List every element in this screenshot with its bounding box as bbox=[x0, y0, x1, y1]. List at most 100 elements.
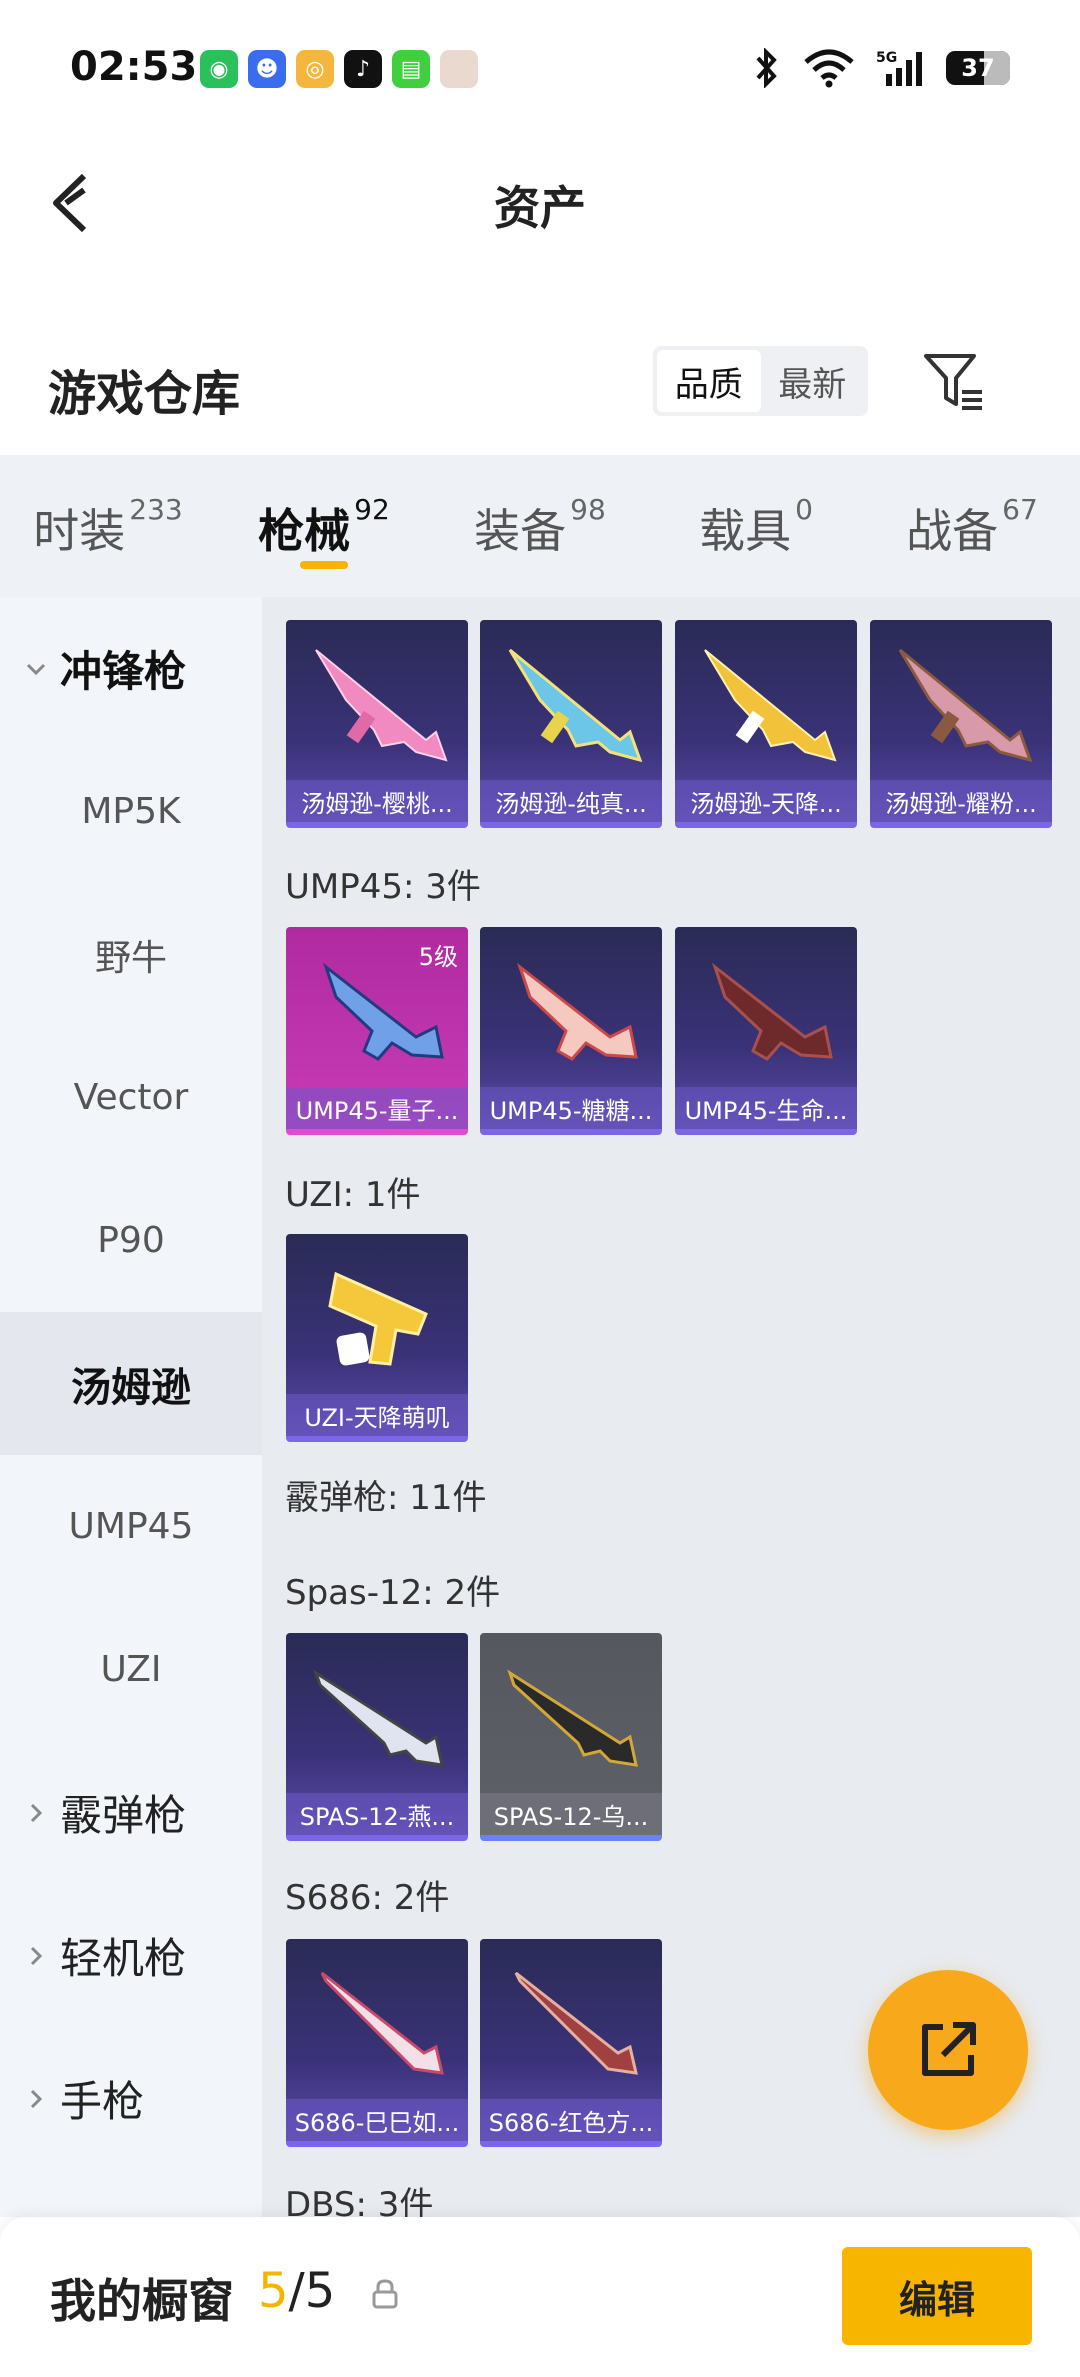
card-caption: 汤姆逊-纯真... bbox=[480, 780, 662, 822]
chevron-down-icon bbox=[26, 663, 46, 675]
weapon-card[interactable]: UZI-天降萌叽 bbox=[286, 1234, 468, 1442]
thompson-skin-image bbox=[315, 649, 448, 762]
tab-firearms[interactable]: 枪械 92 bbox=[216, 455, 432, 597]
weapon-card[interactable]: UMP45-生命... bbox=[675, 927, 857, 1135]
avatar-icon bbox=[440, 50, 478, 88]
tab-label: 载具 bbox=[699, 504, 792, 558]
weapon-card[interactable]: 汤姆逊-耀粉... bbox=[870, 620, 1052, 828]
tab-count: 233 bbox=[129, 493, 183, 526]
weapon-card[interactable]: S686-巳巳如... bbox=[286, 1939, 468, 2147]
card-caption: UMP45-糖糖... bbox=[480, 1087, 662, 1129]
sidebar-item-smg[interactable]: 冲锋枪 bbox=[0, 597, 262, 740]
weapon-card[interactable]: SPAS-12-燕... bbox=[286, 1633, 468, 1841]
card-caption: UMP45-生命... bbox=[675, 1087, 857, 1129]
sort-newest-button[interactable]: 最新 bbox=[761, 350, 865, 412]
sort-toggle: 品质 最新 bbox=[653, 346, 868, 416]
sidebar-item-shotgun[interactable]: 霰弹枪 bbox=[0, 1741, 262, 1884]
section-label-uzi: UZI: 1件 bbox=[285, 1175, 421, 1215]
external-link-icon bbox=[922, 2022, 976, 2076]
sidebar-item-mp5k[interactable]: MP5K bbox=[0, 740, 262, 883]
app-icon: ▤ bbox=[392, 50, 430, 88]
tab-label: 时装 bbox=[33, 504, 126, 558]
s686-skin-image bbox=[320, 1971, 444, 2075]
weapon-card[interactable]: 5级 UMP45-量子... bbox=[286, 927, 468, 1135]
thompson-skin-image bbox=[898, 648, 1033, 763]
card-caption: 汤姆逊-天降... bbox=[675, 780, 857, 822]
category-tabs: 时装 233 枪械 92 装备 98 载具 0 战备 67 bbox=[0, 455, 1080, 597]
sidebar-item-uzi[interactable]: UZI bbox=[0, 1598, 262, 1741]
tiktok-icon: ♪ bbox=[344, 50, 382, 88]
showcase-bar: 我的橱窗 5/5 编辑 bbox=[0, 2217, 1080, 2377]
section-label-dbs: DBS: 3件 bbox=[285, 2185, 434, 2217]
sidebar-item-ump45[interactable]: UMP45 bbox=[0, 1455, 262, 1598]
chevron-right-icon bbox=[30, 1946, 43, 1965]
weapon-card[interactable]: S686-红色方... bbox=[480, 1939, 662, 2147]
thompson-skin-image bbox=[704, 649, 837, 762]
ump45-skin-image bbox=[712, 962, 833, 1061]
sidebar-item-lmg[interactable]: 轻机枪 bbox=[0, 1884, 262, 2027]
sidebar-item-p90[interactable]: P90 bbox=[0, 1169, 262, 1312]
warehouse-title: 游戏仓库 bbox=[48, 366, 241, 422]
card-caption: SPAS-12-燕... bbox=[286, 1793, 468, 1835]
app-icon: ☻ bbox=[248, 50, 286, 88]
tab-outfit[interactable]: 时装 233 bbox=[0, 455, 216, 597]
weapon-card[interactable]: SPAS-12-乌... bbox=[480, 1633, 662, 1841]
status-bar: 02:53 ◉ ☻ ◎ ♪ ▤ 5G 37 bbox=[0, 0, 1080, 110]
card-caption: S686-巳巳如... bbox=[286, 2099, 468, 2141]
tab-count: 0 bbox=[795, 493, 813, 526]
thompson-skin-image bbox=[508, 648, 643, 763]
tab-label: 装备 bbox=[474, 504, 567, 558]
sidebar-item-thompson[interactable]: 汤姆逊 bbox=[0, 1312, 262, 1455]
showcase-count: 5/5 bbox=[258, 2263, 336, 2319]
tab-label: 战备 bbox=[906, 504, 999, 558]
sidebar-item-vector[interactable]: Vector bbox=[0, 1026, 262, 1169]
section-label-ump45: UMP45: 3件 bbox=[285, 867, 481, 907]
system-icons: 5G 37 bbox=[752, 48, 1010, 88]
signal-icon: 5G bbox=[876, 50, 922, 86]
tab-count: 92 bbox=[354, 493, 390, 526]
s686-skin-image bbox=[514, 1971, 638, 2075]
card-caption: S686-红色方... bbox=[480, 2099, 662, 2141]
status-time: 02:53 bbox=[70, 44, 198, 90]
section-label-spas12: Spas-12: 2件 bbox=[285, 1573, 501, 1613]
tab-vehicles[interactable]: 载具 0 bbox=[648, 455, 864, 597]
card-caption: 汤姆逊-耀粉... bbox=[870, 780, 1052, 822]
battery-icon: 37 bbox=[946, 51, 1010, 85]
sidebar-item-label: 冲锋枪 bbox=[60, 647, 187, 696]
sidebar-item-label: 霰弹枪 bbox=[60, 1791, 187, 1840]
sidebar-item-bizon[interactable]: 野牛 bbox=[0, 883, 262, 1026]
card-caption: UZI-天降萌叽 bbox=[286, 1394, 468, 1436]
tab-count: 98 bbox=[570, 493, 606, 526]
tab-equipment[interactable]: 装备 98 bbox=[432, 455, 648, 597]
tab-supplies[interactable]: 战备 67 bbox=[864, 455, 1080, 597]
wechat-icon: ◉ bbox=[200, 50, 238, 88]
filter-icon[interactable] bbox=[920, 348, 986, 414]
showcase-label: 我的橱窗 bbox=[50, 2274, 234, 2328]
tab-label: 枪械 bbox=[258, 504, 351, 558]
app-icon: ◎ bbox=[296, 50, 334, 88]
weapon-category-sidebar: 冲锋枪 MP5K 野牛 Vector P90 汤姆逊 UMP45 UZI 霰弹枪… bbox=[0, 597, 262, 2217]
card-caption: 汤姆逊-樱桃... bbox=[286, 780, 468, 822]
lock-icon bbox=[372, 2279, 398, 2309]
bluetooth-icon bbox=[756, 48, 777, 88]
share-button[interactable] bbox=[868, 1970, 1028, 2130]
level-badge: 5级 bbox=[418, 943, 458, 971]
weapon-card[interactable]: UMP45-糖糖... bbox=[480, 927, 662, 1135]
chevron-right-icon bbox=[30, 1803, 43, 1822]
section-label-shotgun: 霰弹枪: 11件 bbox=[285, 1478, 487, 1518]
sidebar-item-label: 手枪 bbox=[60, 2077, 145, 2126]
edit-button[interactable]: 编辑 bbox=[842, 2247, 1032, 2345]
sort-quality-button[interactable]: 品质 bbox=[657, 350, 761, 412]
weapon-card[interactable]: 汤姆逊-天降... bbox=[675, 620, 857, 828]
ump45-skin-image bbox=[517, 962, 638, 1061]
chevron-right-icon bbox=[30, 2089, 43, 2108]
svg-text:5G: 5G bbox=[876, 50, 897, 66]
tab-count: 67 bbox=[1002, 493, 1038, 526]
card-caption: SPAS-12-乌... bbox=[480, 1793, 662, 1835]
sidebar-item-pistol[interactable]: 手枪 bbox=[0, 2027, 262, 2170]
spas12-skin-image bbox=[313, 1669, 444, 1767]
weapon-card[interactable]: 汤姆逊-樱桃... bbox=[286, 620, 468, 828]
spas12-skin-image bbox=[507, 1669, 638, 1767]
sidebar-item-label: 轻机枪 bbox=[60, 1934, 187, 1983]
weapon-card[interactable]: 汤姆逊-纯真... bbox=[480, 620, 662, 828]
